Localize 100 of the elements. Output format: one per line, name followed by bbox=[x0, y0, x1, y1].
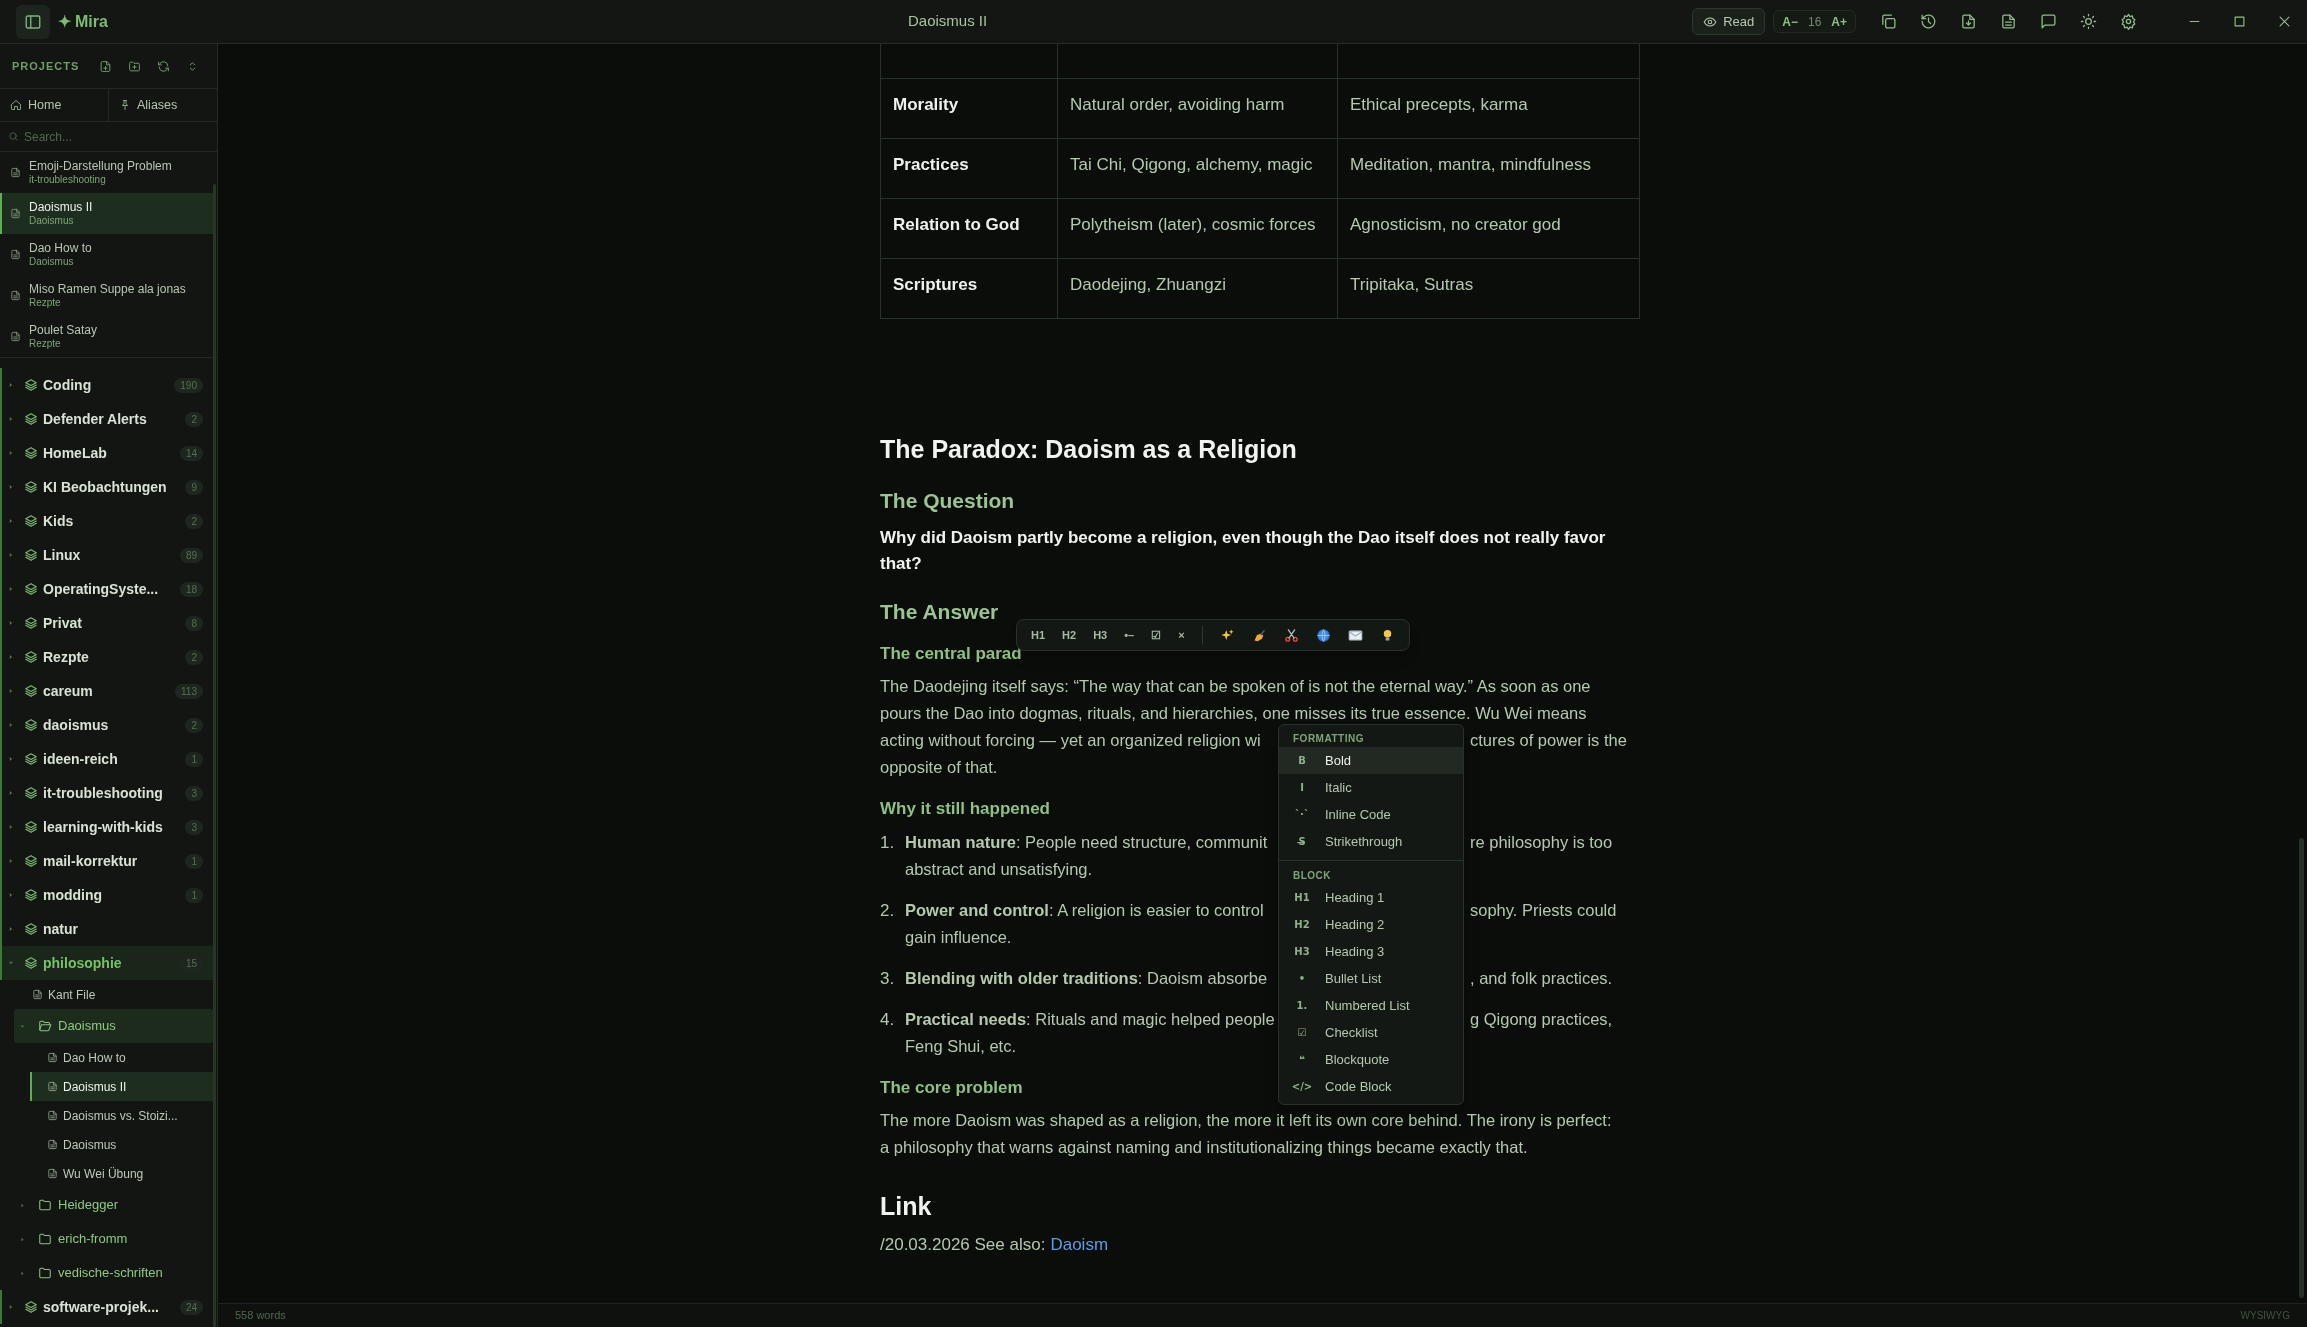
read-mode-button[interactable]: Read bbox=[1692, 8, 1766, 35]
new-file-icon[interactable] bbox=[99, 59, 113, 73]
maximize-icon[interactable] bbox=[2232, 14, 2247, 29]
count-badge: 2 bbox=[185, 513, 203, 529]
file-item[interactable]: Kant File bbox=[30, 980, 213, 1009]
folder-item[interactable]: vedische-schriften bbox=[14, 1256, 213, 1290]
menu-item[interactable]: 1. Numbered List bbox=[1279, 992, 1463, 1019]
count-badge: 1 bbox=[185, 751, 203, 767]
close-icon[interactable] bbox=[2277, 14, 2292, 29]
search-field[interactable]: Search... bbox=[24, 122, 204, 151]
folder-item[interactable]: Heidegger bbox=[14, 1188, 213, 1222]
sidebar-toggle-button[interactable] bbox=[16, 4, 50, 39]
folder-item[interactable]: Daoismus bbox=[14, 1009, 213, 1043]
note-icon bbox=[10, 331, 21, 342]
font-increase-button[interactable]: A+ bbox=[1831, 12, 1847, 31]
project-item[interactable]: philosophie 15 bbox=[0, 946, 213, 980]
toolbar-button[interactable]: •– bbox=[1124, 626, 1135, 644]
refresh-icon[interactable] bbox=[157, 59, 171, 73]
globe-icon[interactable] bbox=[1315, 627, 1331, 643]
folder-item[interactable]: erich-fromm bbox=[14, 1222, 213, 1256]
project-name: careum bbox=[43, 681, 93, 701]
toolbar-button[interactable]: ☑ bbox=[1151, 626, 1162, 644]
recent-note-item[interactable]: Miso Ramen Suppe ala jonas Rezpte bbox=[0, 275, 213, 316]
file-item[interactable]: Daoismus II bbox=[30, 1072, 213, 1101]
menu-item[interactable]: H3 Heading 3 bbox=[1279, 938, 1463, 965]
toolbar-button[interactable]: × bbox=[1178, 626, 1185, 644]
paragraph-text: The more Daoism was shaped as a religion, the more it left its own core behind. The irony is perfect: bbox=[880, 1110, 1612, 1132]
recent-note-item[interactable]: Emoji-Darstellung Problem it-troubleshooting bbox=[0, 152, 213, 193]
project-name: ideen-reich bbox=[43, 749, 118, 769]
note-title: Poulet Satay bbox=[29, 322, 98, 337]
layers-icon bbox=[24, 378, 38, 392]
file-name: Daoismus II bbox=[63, 1078, 127, 1096]
table-cell: Tripitaka, Sutras bbox=[1350, 275, 1474, 294]
row-header-cell: Scriptures bbox=[893, 275, 978, 294]
menu-item[interactable]: H2 Heading 2 bbox=[1279, 911, 1463, 938]
menu-item[interactable]: I Italic bbox=[1279, 774, 1463, 801]
scrollbar-thumb[interactable] bbox=[2299, 838, 2304, 1298]
paragraph-text: opposite of that. bbox=[880, 757, 998, 779]
project-name: it-troubleshooting bbox=[43, 783, 163, 803]
menu-item[interactable]: ❝ Blockquote bbox=[1279, 1046, 1463, 1073]
file-item[interactable]: Dao How to bbox=[30, 1043, 213, 1072]
subheading: The Answer bbox=[880, 599, 999, 625]
settings-icon[interactable] bbox=[2119, 13, 2137, 30]
list-number: 1. bbox=[880, 831, 895, 854]
new-folder-icon[interactable] bbox=[128, 59, 142, 73]
note-project: Rezpte bbox=[29, 336, 62, 351]
layers-icon bbox=[24, 650, 38, 664]
menu-item[interactable]: • Bullet List bbox=[1279, 965, 1463, 992]
count-badge: 2 bbox=[185, 649, 203, 665]
history-icon[interactable] bbox=[1919, 13, 1937, 30]
menu-item[interactable]: H1 Heading 1 bbox=[1279, 884, 1463, 911]
toolbar-button[interactable]: H1 bbox=[1031, 626, 1046, 644]
toolbar-button[interactable]: H3 bbox=[1093, 626, 1108, 644]
list-number: 4. bbox=[880, 1008, 895, 1031]
subheading: The Question bbox=[880, 488, 1015, 514]
envelope-icon[interactable] bbox=[1347, 627, 1363, 643]
project-name: natur bbox=[43, 919, 78, 939]
file-item[interactable]: Wu Wei Übung bbox=[30, 1159, 213, 1188]
menu-item[interactable]: ☑ Checklist bbox=[1279, 1019, 1463, 1046]
note-title: Dao How to bbox=[29, 240, 92, 255]
paragraph-text: Human nature: People need structure, communit bbox=[905, 833, 1268, 852]
sidebar-icon bbox=[24, 12, 42, 31]
copy-icon[interactable] bbox=[1879, 13, 1897, 30]
date-text: /20.03.2026 See also: bbox=[880, 1234, 1046, 1257]
menu-item[interactable]: S̶ Strikethrough bbox=[1279, 828, 1463, 855]
file-item[interactable]: Daoismus vs. Stoizi... bbox=[30, 1101, 213, 1130]
list-number: 2. bbox=[880, 899, 895, 922]
recent-note-item[interactable]: Daoismus II Daoismus bbox=[0, 193, 213, 234]
scissors-icon[interactable] bbox=[1283, 627, 1299, 643]
comment-icon[interactable] bbox=[2039, 13, 2057, 30]
menu-item[interactable]: </> Code Block bbox=[1279, 1073, 1463, 1100]
download-file-icon[interactable] bbox=[1959, 13, 1977, 30]
paragraph-text: , and folk practices. bbox=[1470, 968, 1613, 990]
layers-icon bbox=[24, 888, 38, 902]
recent-note-item[interactable]: Poulet Satay Rezpte bbox=[0, 316, 213, 357]
note-icon bbox=[10, 290, 21, 301]
home-tab[interactable]: Home bbox=[0, 89, 108, 121]
aliases-tab[interactable]: Aliases bbox=[108, 89, 217, 121]
recent-note-item[interactable]: Dao How to Daoismus bbox=[0, 234, 213, 275]
menu-item[interactable]: `·` Inline Code bbox=[1279, 801, 1463, 828]
note-link[interactable]: Daoism bbox=[1050, 1232, 1109, 1258]
toolbar-button[interactable]: H2 bbox=[1062, 626, 1077, 644]
project-name: Linux bbox=[43, 545, 81, 565]
app-logo-mark: ✦ bbox=[58, 11, 71, 32]
note-icon bbox=[10, 249, 21, 260]
layers-icon bbox=[24, 548, 38, 562]
count-badge: 8 bbox=[185, 615, 203, 631]
menu-item[interactable]: B Bold bbox=[1279, 747, 1463, 774]
count-badge: 14 bbox=[179, 445, 203, 461]
project-name: KI Beobachtungen bbox=[43, 477, 167, 497]
count-badge: 15 bbox=[179, 955, 203, 971]
word-count: 558 words bbox=[235, 1308, 286, 1324]
file-item[interactable]: Daoismus bbox=[30, 1130, 213, 1159]
document-icon[interactable] bbox=[1999, 13, 2017, 30]
paragraph-text: g Qigong practices, bbox=[1470, 1009, 1613, 1031]
font-decrease-button[interactable]: A− bbox=[1782, 12, 1798, 31]
note-title: Emoji-Darstellung Problem bbox=[29, 158, 172, 173]
paragraph-text: abstract and unsatisfying. bbox=[905, 859, 1093, 881]
folder-icon bbox=[38, 1266, 52, 1280]
sun-icon[interactable] bbox=[2079, 13, 2097, 30]
